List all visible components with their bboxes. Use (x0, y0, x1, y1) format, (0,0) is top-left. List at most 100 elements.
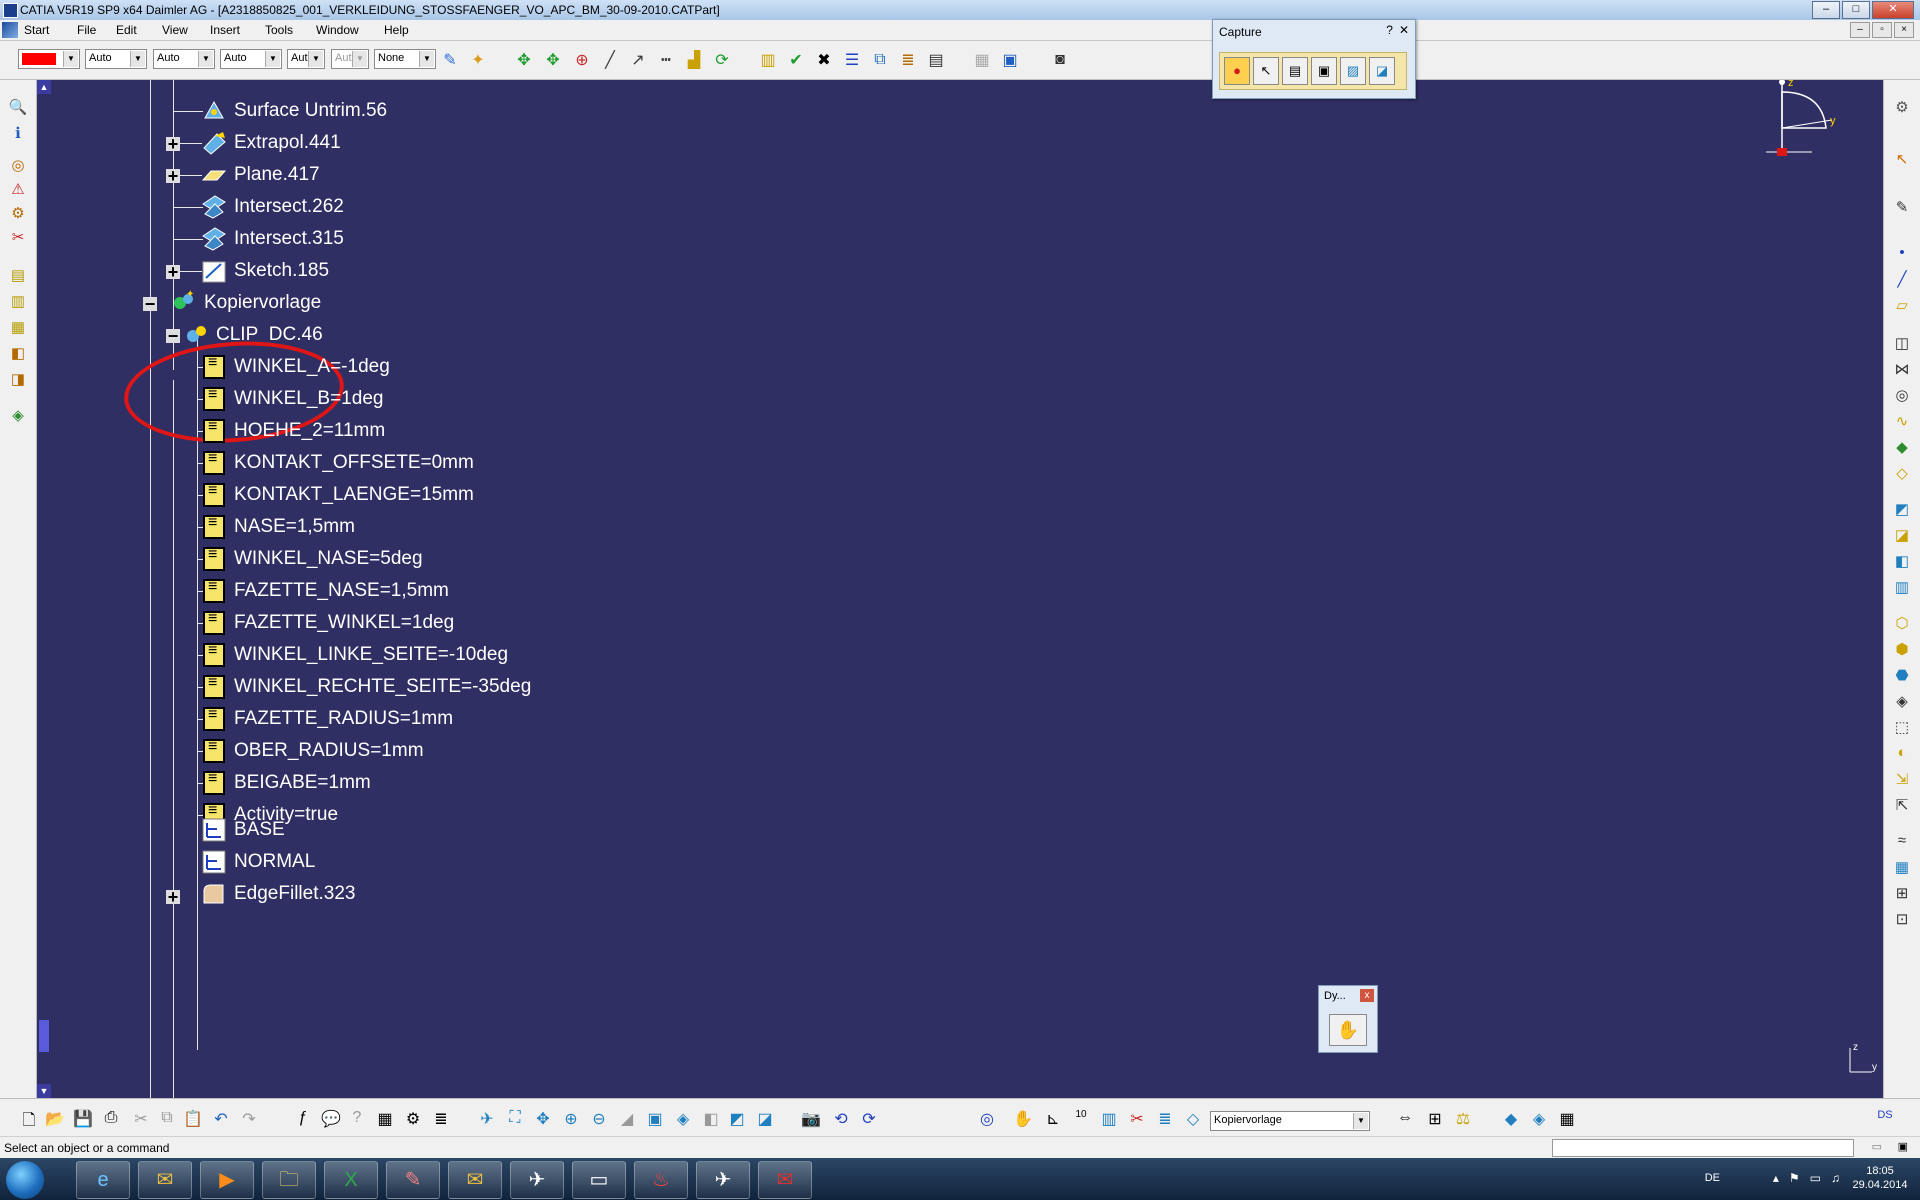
scroll-down-icon[interactable]: ▼ (37, 1084, 51, 1098)
compass[interactable]: z y (1762, 80, 1862, 182)
clock[interactable]: 18:05 29.04.2014 (1850, 1164, 1910, 1192)
split-icon[interactable]: ⬢ (1892, 640, 1912, 660)
translate-icon[interactable]: ⇲ (1892, 770, 1912, 790)
menu-file[interactable]: File (77, 23, 96, 37)
zoom-out-icon[interactable]: ⊖ (588, 1109, 610, 1131)
boundary-icon[interactable]: ◈ (1892, 692, 1912, 712)
3d-viewport[interactable]: Surface Untrim.56 + Extrapol.441 + Plane… (52, 80, 1882, 1098)
paint-icon[interactable]: ✎ (386, 1161, 440, 1199)
parameter-item[interactable]: FAZETTE_WINKEL=1deg (200, 605, 454, 641)
reaction-icon[interactable]: ⚙ (8, 204, 28, 224)
hide-show-icon[interactable]: ◩ (726, 1109, 748, 1131)
settings-icon[interactable]: ⚙ (1892, 98, 1912, 118)
catalog-bottom-icon[interactable]: ▦ (1556, 1109, 1578, 1131)
volume-icon[interactable]: ♫ (1831, 1171, 1840, 1185)
design-table-icon[interactable]: ▦ (8, 318, 28, 338)
menu-window[interactable]: Window (316, 23, 359, 37)
command-list-icon[interactable]: ▭ (1872, 1140, 1882, 1153)
print-icon[interactable]: ⎙ (100, 1109, 122, 1131)
grid-icon[interactable]: ▦ (1892, 858, 1912, 878)
parameter-item[interactable]: WINKEL_RECHTE_SEITE=-35deg (200, 669, 531, 705)
tree-node-edgefillet[interactable]: EdgeFillet.323 (200, 876, 355, 912)
painter-icon[interactable]: ✎ (440, 50, 460, 70)
comment-icon[interactable]: 💬 (320, 1109, 342, 1131)
capture-icon[interactable]: ◙ (1050, 50, 1070, 70)
tree-node-kopiervorlage[interactable]: ✦ Kopiervorlage (170, 285, 321, 321)
script-icon[interactable]: ◨ (8, 370, 28, 390)
line-icon[interactable]: ╱ (600, 50, 620, 70)
extrude-icon[interactable]: ◇ (1892, 464, 1912, 484)
fit-all-icon[interactable]: ⛶ (504, 1109, 526, 1131)
knowledge-bottom-icon[interactable]: ≣ (430, 1109, 452, 1131)
normal-view-icon[interactable]: ◢ (616, 1109, 638, 1131)
sketcher-icon[interactable]: ✎ (1892, 198, 1912, 218)
menu-tools[interactable]: Tools (265, 23, 293, 37)
flag-icon[interactable]: ⚑ (1789, 1171, 1800, 1185)
scroll-up-icon[interactable]: ▲ (37, 80, 51, 94)
analysis-icon[interactable]: ⊞ (1892, 884, 1912, 904)
parameter-item[interactable]: OBER_RADIUS=1mm (200, 733, 424, 769)
point-icon[interactable]: ⊕ (572, 50, 592, 70)
tree-node-normal[interactable]: NORMAL (200, 844, 315, 880)
layer-select[interactable]: None ▼ (374, 49, 436, 69)
cross-icon[interactable]: ✖ (814, 50, 834, 70)
catalog-browser-icon[interactable]: ◈ (8, 406, 28, 426)
sweep-icon[interactable]: ◪ (1892, 526, 1912, 546)
open-icon[interactable]: 📂 (44, 1109, 66, 1131)
point-select[interactable]: Aut ▼ (287, 49, 325, 69)
trim-icon[interactable]: ⬣ (1892, 666, 1912, 686)
snapshot-icon[interactable]: ◪ (1369, 57, 1395, 85)
outlook-icon[interactable]: ✉ (138, 1161, 192, 1199)
console-icon[interactable]: ▭ (572, 1161, 626, 1199)
thickness-select[interactable]: Auto ▼ (220, 49, 282, 69)
law-tool-icon[interactable]: ≈ (1892, 832, 1912, 852)
circle-icon[interactable]: ◎ (1892, 386, 1912, 406)
capture-close-button[interactable]: ✕ (1399, 23, 1409, 37)
doc-restore-button[interactable]: ▫ (1872, 22, 1892, 38)
capture-help-button[interactable]: ? (1386, 23, 1393, 37)
parameter-item[interactable]: BEIGABE=1mm (200, 765, 371, 801)
show-hidden-icon[interactable]: ▴ (1773, 1171, 1779, 1185)
internet-explorer-icon[interactable]: e (76, 1161, 130, 1199)
excel-icon[interactable]: X (324, 1161, 378, 1199)
menu-insert[interactable]: Insert (210, 23, 240, 37)
fly-icon[interactable]: ✈ (476, 1109, 498, 1131)
tool-icon[interactable]: ✂ (8, 228, 28, 248)
camera-icon[interactable]: 📷 (800, 1109, 822, 1131)
parameter-item[interactable]: FAZETTE_NASE=1,5mm (200, 573, 449, 609)
copy-icon[interactable]: ⧉ (156, 1109, 178, 1131)
parameter-item[interactable]: WINKEL_B=1deg (200, 381, 383, 417)
loft-icon[interactable]: ▥ (1892, 578, 1912, 598)
explorer-icon[interactable]: 🗀 (262, 1161, 316, 1199)
iso-view-icon[interactable]: ◈ (672, 1109, 694, 1131)
tree-node-surface-untrim[interactable]: Surface Untrim.56 (200, 93, 387, 129)
dynamic-toolbar-close[interactable]: x (1360, 989, 1374, 1002)
info-icon[interactable]: ℹ (8, 124, 28, 144)
parameter-item[interactable]: WINKEL_A=-1deg (200, 349, 390, 385)
menu-help[interactable]: Help (384, 23, 409, 37)
select-mode-icon[interactable]: ↖ (1253, 57, 1279, 85)
collapse-icon[interactable]: − (143, 295, 157, 313)
redo-icon[interactable]: ↷ (238, 1109, 260, 1131)
parameter-icon[interactable]: ▤ (8, 266, 28, 286)
color-select[interactable]: ▼ (18, 49, 80, 69)
check-icon[interactable]: ✔ (786, 50, 806, 70)
network-icon[interactable]: ▭ (1810, 1171, 1821, 1185)
cut-icon[interactable]: ✂ (130, 1109, 152, 1131)
hand-icon[interactable]: ✋ (1012, 1109, 1034, 1131)
command-input[interactable] (1552, 1139, 1854, 1157)
dynamic-toolbar[interactable]: Dy... x ✋ (1318, 985, 1378, 1053)
catia-active-icon[interactable]: ✈ (696, 1161, 750, 1199)
list-bottom-icon[interactable]: ≣ (1154, 1109, 1176, 1131)
current-tool-select[interactable]: Kopiervorlage ▼ (1210, 1111, 1370, 1131)
parameter-item[interactable]: FAZETTE_RADIUS=1mm (200, 701, 453, 737)
body-icon[interactable]: ▥ (1098, 1109, 1120, 1131)
tree-node-sketch[interactable]: Sketch.185 (200, 253, 329, 289)
measure-icon[interactable]: ▥ (758, 50, 778, 70)
work-object-icon[interactable]: ◇ (1182, 1109, 1204, 1131)
cut-tool-icon[interactable]: ✂ (1126, 1109, 1148, 1131)
tree-node-base[interactable]: BASE (200, 812, 285, 848)
outlook2-icon[interactable]: ✉ (448, 1161, 502, 1199)
pan-icon[interactable]: ✥ (532, 1109, 554, 1131)
extract-icon[interactable]: ⬚ (1892, 718, 1912, 738)
